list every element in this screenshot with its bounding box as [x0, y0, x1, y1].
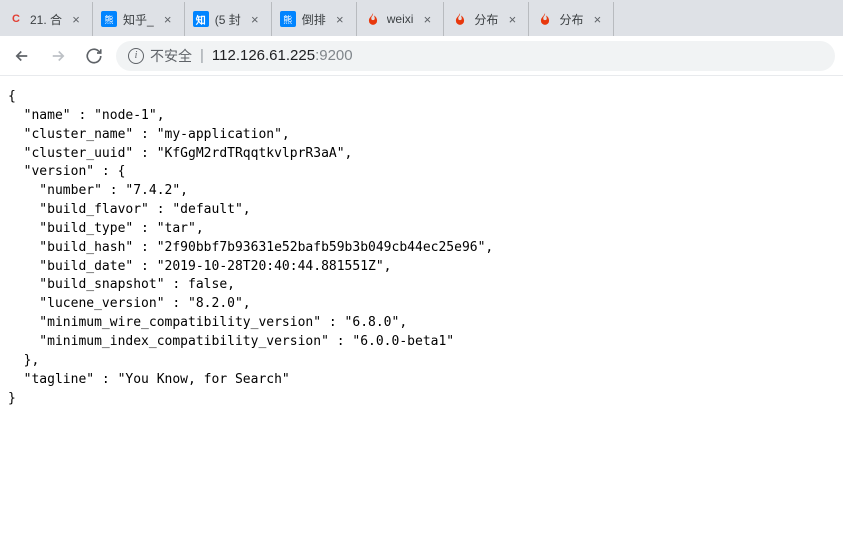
tab-title: 倒排 [302, 11, 326, 28]
address-bar[interactable]: i 不安全 | 112.126.61.225:9200 [116, 41, 835, 71]
browser-tab[interactable]: 熊知乎_ × [93, 2, 185, 36]
reload-button[interactable] [80, 42, 108, 70]
tab-bar: C21. 合×熊知乎_×知(5 封×熊倒排×weixi×分布×分布× [0, 0, 843, 36]
browser-tab[interactable]: weixi × [357, 2, 445, 36]
browser-toolbar: i 不安全 | 112.126.61.225:9200 [0, 36, 843, 76]
zhihu-icon: 知 [193, 11, 209, 27]
tab-title: weixi [387, 12, 414, 26]
url-host: 112.126.61.225 [212, 47, 315, 64]
tab-title: 分布 [559, 11, 583, 28]
info-icon: i [128, 48, 144, 64]
tab-title: (5 封 [215, 11, 241, 28]
close-icon[interactable]: × [589, 12, 605, 27]
close-icon[interactable]: × [419, 12, 435, 27]
tab-title: 知乎_ [123, 11, 154, 28]
fire-icon [452, 11, 468, 27]
forward-button[interactable] [44, 42, 72, 70]
fire-icon [365, 11, 381, 27]
zhihu-bear-icon: 熊 [101, 11, 117, 27]
back-button[interactable] [8, 42, 36, 70]
browser-tab[interactable]: C 21. 合 × [0, 2, 93, 36]
close-icon[interactable]: × [247, 12, 263, 27]
close-icon[interactable]: × [504, 12, 520, 27]
url-port: :9200 [315, 47, 353, 64]
url-divider: | [200, 47, 204, 64]
close-icon[interactable]: × [68, 12, 84, 27]
security-indicator[interactable]: i 不安全 [128, 46, 192, 66]
zhihu-bear-icon: 熊 [280, 11, 296, 27]
url-text: 112.126.61.225:9200 [212, 47, 353, 64]
csdn-icon: C [8, 11, 24, 27]
fire-icon [537, 11, 553, 27]
tab-title: 21. 合 [30, 11, 62, 28]
not-secure-label: 不安全 [150, 46, 192, 66]
tab-title: 分布 [474, 11, 498, 28]
response-body: { "name" : "node-1", "cluster_name" : "m… [0, 76, 843, 420]
browser-tab[interactable]: 熊倒排 × [272, 2, 357, 36]
close-icon[interactable]: × [332, 12, 348, 27]
browser-tab[interactable]: 分布 × [444, 2, 529, 36]
browser-tab[interactable]: 分布 × [529, 2, 614, 36]
browser-tab[interactable]: 知 (5 封 × [185, 2, 272, 36]
close-icon[interactable]: × [160, 12, 176, 27]
